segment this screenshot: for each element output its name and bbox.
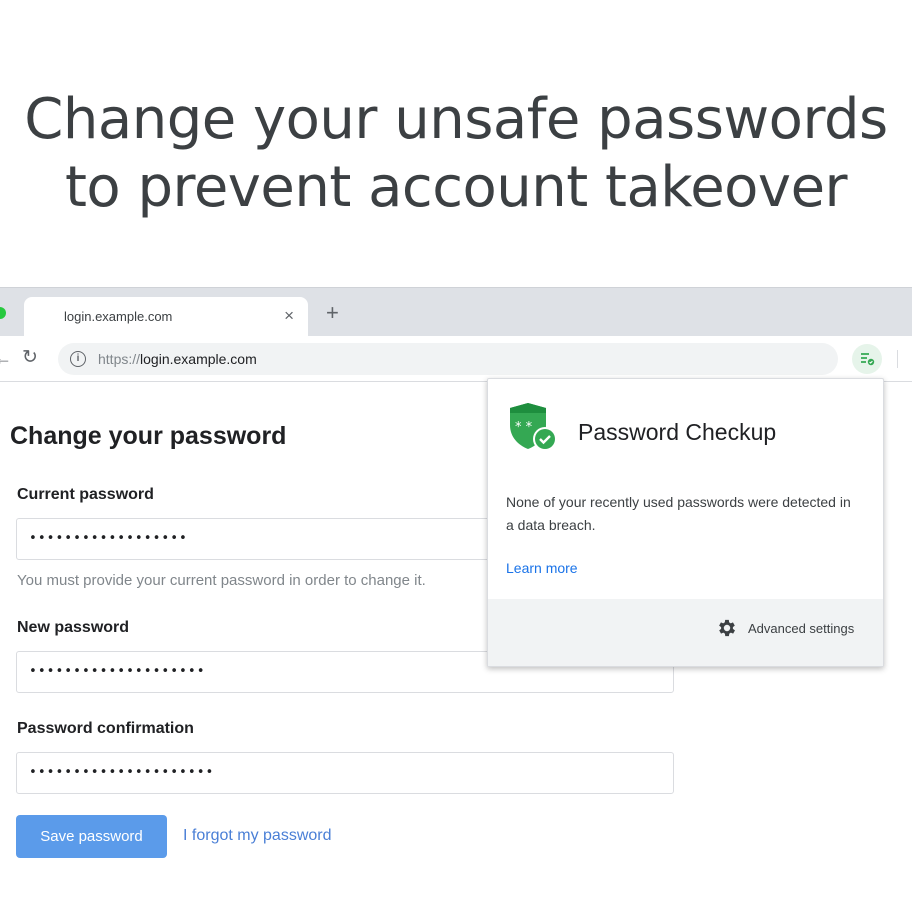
reload-icon[interactable]: ↻ <box>22 346 38 369</box>
current-password-label: Current password <box>17 486 154 503</box>
forgot-password-link[interactable]: I forgot my password <box>183 827 332 845</box>
headline: Change your unsafe passwords to prevent … <box>0 86 912 222</box>
new-password-label: New password <box>17 619 130 636</box>
toolbar-separator <box>897 350 898 368</box>
back-arrow-icon[interactable]: ← <box>0 348 12 369</box>
advanced-settings-link[interactable]: Advanced settings <box>748 621 854 636</box>
popup-message: None of your recently used passwords wer… <box>506 494 851 533</box>
svg-text:* *: * * <box>515 420 533 435</box>
popup-title: Password Checkup <box>578 419 777 445</box>
learn-more-link[interactable]: Learn more <box>506 560 578 576</box>
page-title: Change your password <box>10 422 287 450</box>
tab-title: login.example.com <box>64 309 173 324</box>
tab-strip: login.example.com × + <box>0 287 912 337</box>
url-scheme: https:// <box>98 351 141 367</box>
password-confirmation-field[interactable]: ••••••••••••••••••••• <box>16 752 674 794</box>
url-host: login.example.com <box>140 351 257 367</box>
browser-toolbar: ← ↻ i https://login.example.com <box>0 336 912 382</box>
password-confirmation-label: Password confirmation <box>17 720 194 737</box>
password-checkup-extension-icon[interactable] <box>852 344 882 374</box>
window-maximize-dot[interactable] <box>0 307 6 319</box>
gear-icon[interactable] <box>716 617 738 644</box>
headline-line-2: to prevent account takeover <box>64 155 848 220</box>
tab-close-icon[interactable]: × <box>284 306 294 326</box>
shield-check-icon: * * <box>506 399 564 462</box>
info-icon[interactable]: i <box>70 351 86 367</box>
headline-line-1: Change your unsafe passwords <box>24 87 888 152</box>
current-password-hint: You must provide your current password i… <box>17 572 426 589</box>
address-bar[interactable]: i https://login.example.com <box>58 343 838 375</box>
url-text[interactable]: https://login.example.com <box>98 351 257 367</box>
password-checkup-popup: * * Password Checkup None of your recent… <box>487 378 884 667</box>
new-tab-button[interactable]: + <box>326 302 339 324</box>
browser-tab[interactable]: login.example.com × <box>24 297 308 337</box>
save-password-button[interactable]: Save password <box>16 815 167 858</box>
